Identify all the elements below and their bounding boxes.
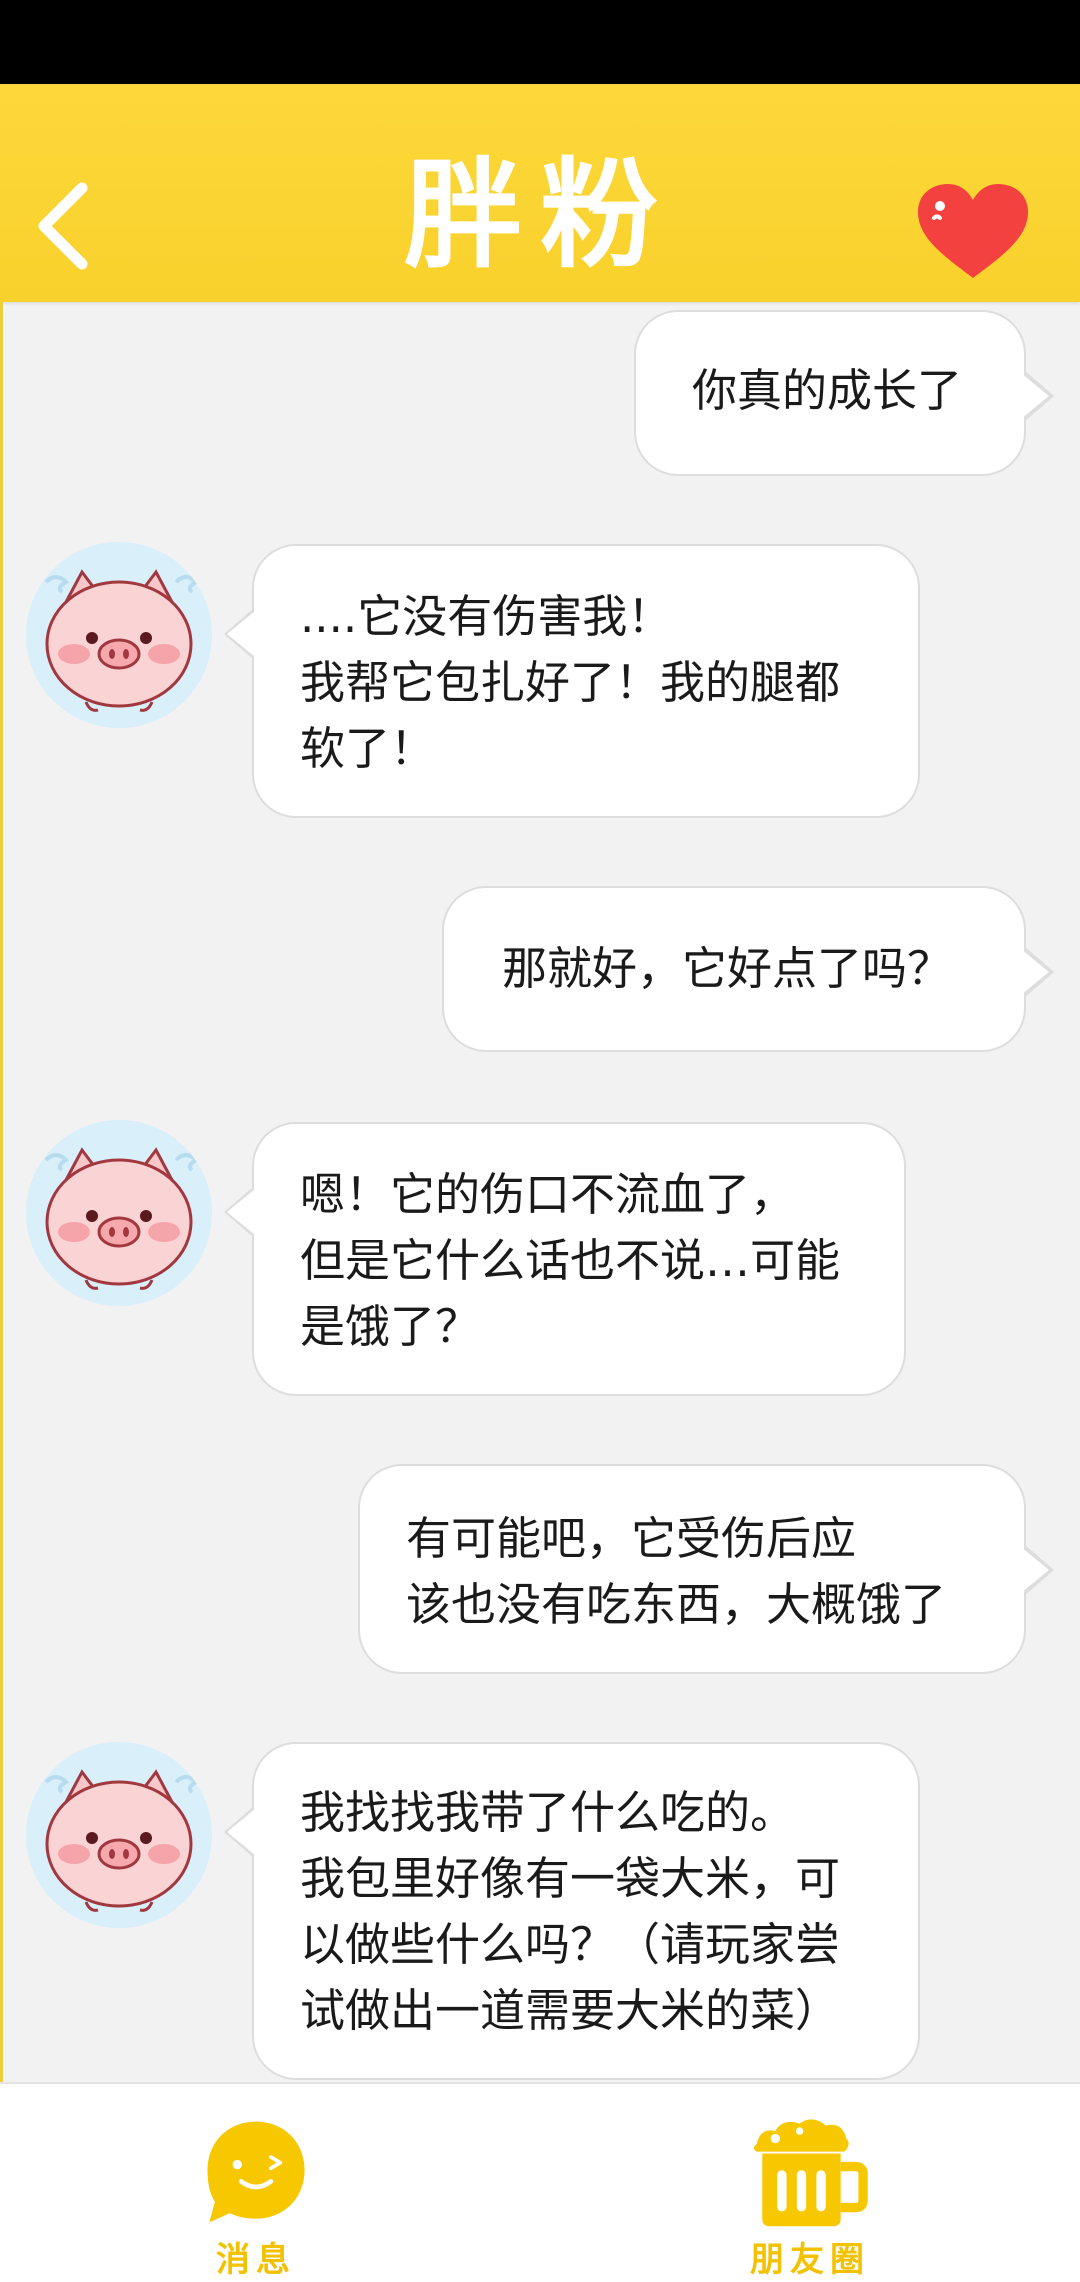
tab-moments[interactable]: 朋友圈 <box>700 2084 920 2282</box>
message-text: 嗯！它的伤口不流血了， 但是它什么话也不说…可能 是饿了？ <box>300 1168 841 1353</box>
message-bubble-incoming: 我找找我带了什么吃的。 我包里好像有一袋大米，可 以做些什么吗？（请玩家尝 试做… <box>224 1742 920 2080</box>
heart-icon[interactable] <box>914 182 1032 282</box>
message-text: ....它没有伤害我！ 我帮它包扎好了！我的腿都 软了！ <box>300 590 841 775</box>
message-text: 有可能吧，它受伤后应 该也没有吃东西，大概饿了 <box>406 1512 947 1631</box>
message-bubble-incoming: 嗯！它的伤口不流血了， 但是它什么话也不说…可能 是饿了？ <box>224 1122 906 1396</box>
avatar[interactable] <box>26 542 212 728</box>
message-text: 那就好，它好点了吗？ <box>502 942 953 995</box>
message-text: 我找找我带了什么吃的。 我包里好像有一袋大米，可 以做些什么吗？（请玩家尝 试做… <box>300 1786 841 2037</box>
chat-bubble-icon <box>207 2121 305 2223</box>
message-bubble-outgoing: 有可能吧，它受伤后应 该也没有吃东西，大概饿了 <box>358 1464 1054 1674</box>
avatar[interactable] <box>26 1742 212 1928</box>
bubble-tail <box>1021 1544 1054 1596</box>
beer-mug-icon <box>753 2119 868 2227</box>
side-strip <box>0 302 3 2082</box>
avatar[interactable] <box>26 1120 212 1306</box>
bubble-tail <box>1021 370 1054 422</box>
bubble-tail <box>224 1806 255 1858</box>
status-bar <box>0 0 1080 84</box>
message-bubble-incoming: ....它没有伤害我！ 我帮它包扎好了！我的腿都 软了！ <box>224 544 920 818</box>
tab-messages-label: 消息 <box>216 2240 296 2280</box>
bottom-tab-bar: 消息 朋友圈 <box>0 2082 1080 2282</box>
chat-header: 胖粉 <box>0 84 1080 302</box>
tab-moments-label: 朋友圈 <box>750 2240 870 2280</box>
message-text: 你真的成长了 <box>692 364 963 417</box>
message-bubble-outgoing: 你真的成长了 <box>634 310 1054 476</box>
bubble-tail <box>1021 946 1054 998</box>
bubble-tail <box>224 1186 255 1238</box>
message-bubble-outgoing: 那就好，它好点了吗？ <box>442 886 1054 1052</box>
tab-messages[interactable]: 消息 <box>146 2084 366 2282</box>
bubble-tail <box>224 608 255 660</box>
